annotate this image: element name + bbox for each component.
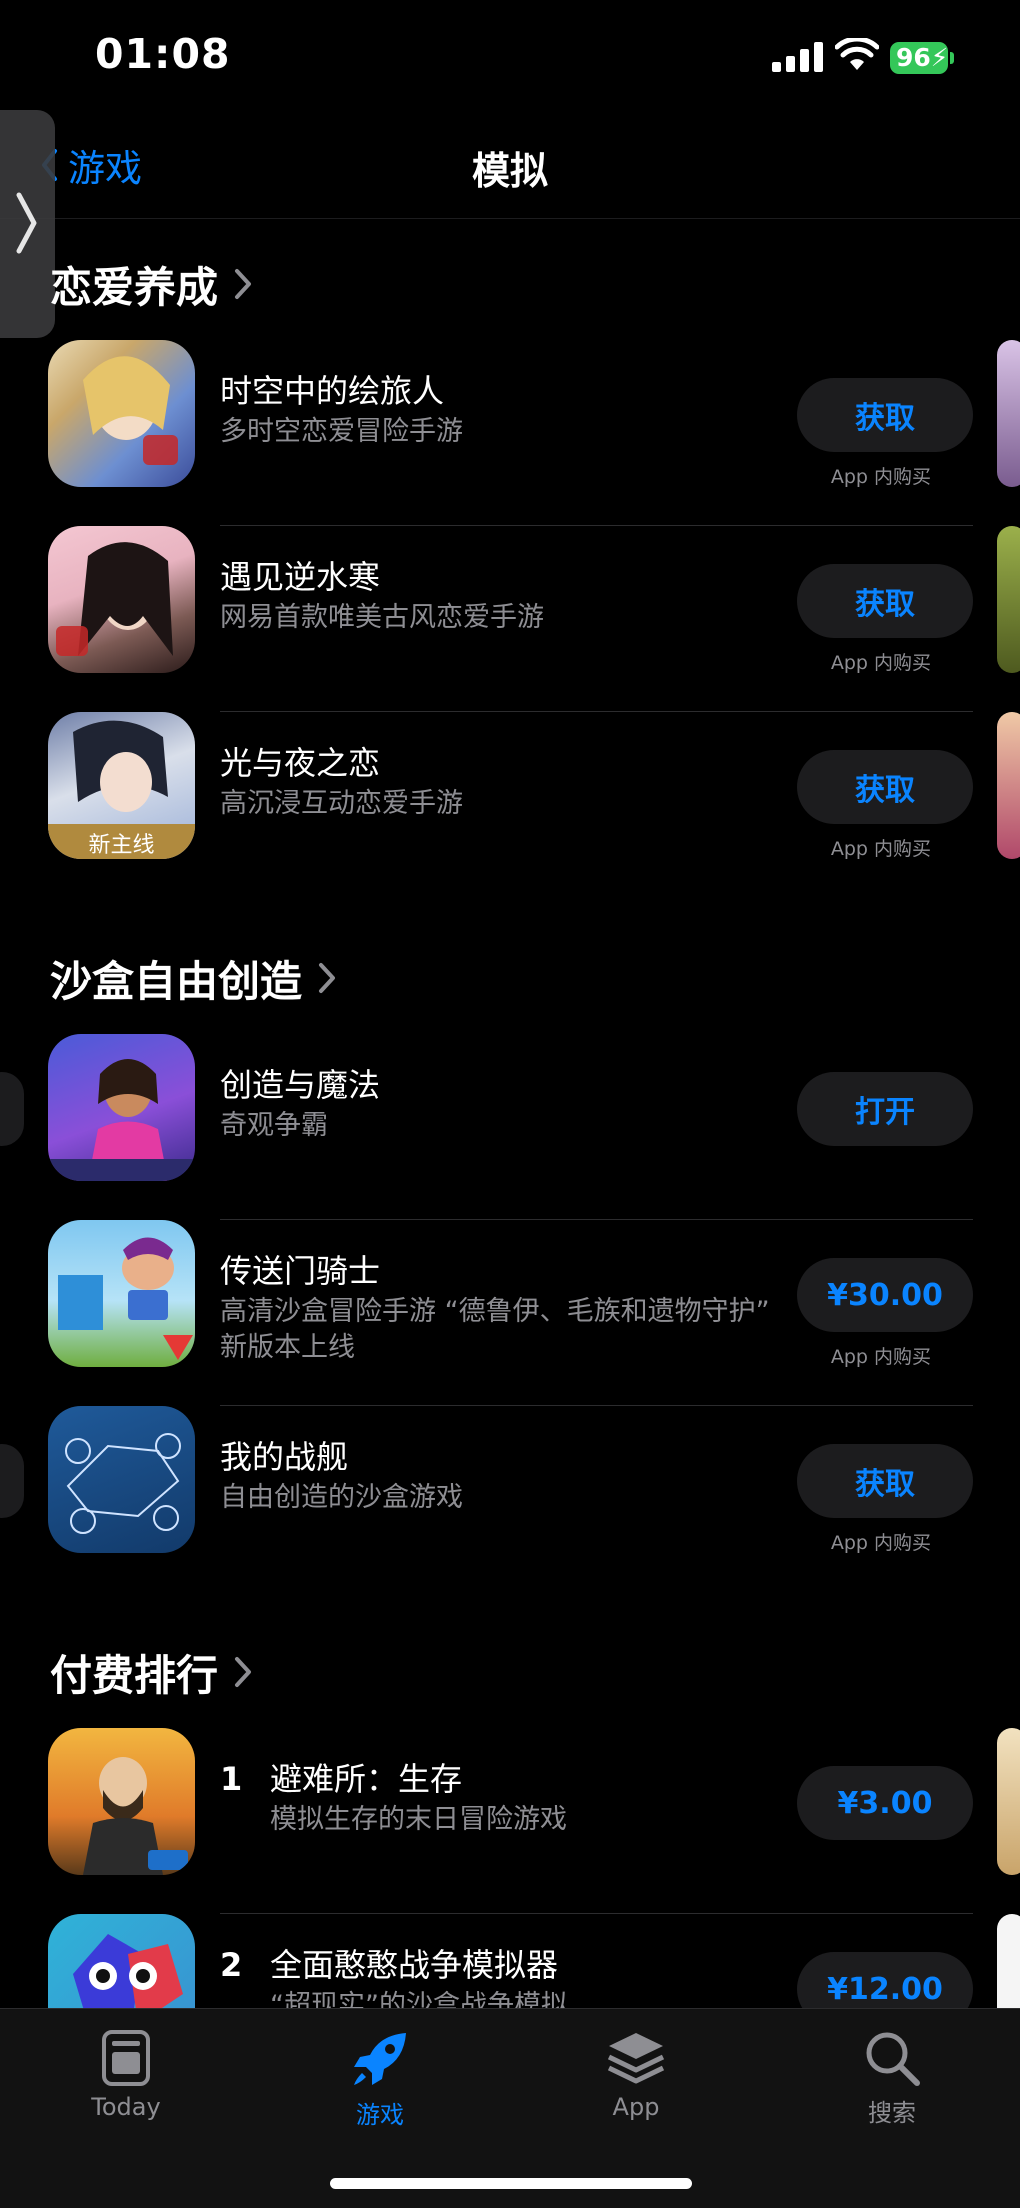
app-icon-nishuihan (48, 526, 195, 673)
previous-page-preview[interactable] (0, 1444, 24, 1518)
app-subtitle: 多时空恋爱冒险手游 (220, 416, 463, 447)
rank-number: 2 (220, 1946, 243, 1984)
tab-label: App (612, 2093, 660, 2121)
icon-badge: 新主线 (88, 833, 155, 858)
today-icon (102, 2030, 150, 2086)
get-button[interactable]: 获取 (797, 378, 973, 452)
app-icon-light-and-night: 新主线 (48, 712, 195, 859)
app-name: 遇见逆水寒 (220, 558, 381, 596)
app-name: 我的战舰 (220, 1438, 349, 1476)
tab-label: 搜索 (868, 2099, 916, 2127)
clock: 01:08 (95, 30, 231, 78)
tab-today[interactable]: Today (36, 2029, 216, 2121)
get-button[interactable]: 获取 (797, 564, 973, 638)
tab-games[interactable]: 游戏 (290, 2029, 470, 2130)
next-page-preview[interactable] (997, 712, 1020, 859)
battery-nub (950, 52, 954, 64)
app-name: 时空中的绘旅人 (220, 372, 445, 410)
tab-label: Today (91, 2093, 161, 2121)
app-name: 传送门骑士 (220, 1252, 381, 1290)
next-page-preview[interactable] (997, 1728, 1020, 1875)
next-page-preview[interactable] (997, 526, 1020, 673)
app-name: 光与夜之恋 (220, 744, 381, 782)
chevron-right-icon (235, 269, 252, 299)
app-row[interactable]: 传送门骑士 高清沙盒冒险手游 “德鲁伊、毛族和遗物守护” 新版本上线 ¥30.0… (48, 1220, 973, 1406)
section-header-sandbox[interactable]: 沙盒自由创造 (50, 948, 336, 1008)
navigation-bar: 游戏 模拟 (0, 120, 1020, 219)
charging-bolt-icon: ⚡ (930, 43, 949, 72)
price-button[interactable]: ¥30.00 (797, 1258, 973, 1332)
tab-search[interactable]: 搜索 (802, 2029, 982, 2128)
section-title: 恋爱养成 (50, 262, 219, 312)
layers-icon (607, 2033, 665, 2084)
rocket-icon (354, 2033, 406, 2085)
status-bar: 01:08 96⚡ (0, 0, 1020, 120)
app-icon-my-warship (48, 1406, 195, 1553)
app-icon-create-and-magic (48, 1034, 195, 1181)
wifi-icon (835, 38, 879, 70)
section-header-paid-ranking[interactable]: 付费排行 (50, 1642, 252, 1702)
home-indicator (330, 2178, 692, 2189)
search-icon (866, 2032, 920, 2086)
open-button[interactable]: 打开 (797, 1072, 973, 1146)
app-subtitle: 模拟生存的末日冒险游戏 (270, 1804, 567, 1835)
app-name: 避难所：生存 (270, 1760, 463, 1798)
app-subtitle: 网易首款唯美古风恋爱手游 (220, 602, 544, 633)
app-row[interactable]: 创造与魔法 奇观争霸 打开 (48, 1034, 973, 1220)
page-title: 模拟 (471, 149, 548, 193)
previous-page-preview[interactable] (0, 1072, 24, 1146)
battery-level: 96 (896, 43, 931, 72)
section-header-romance[interactable]: 恋爱养成 (50, 254, 252, 314)
app-row[interactable]: 时空中的绘旅人 多时空恋爱冒险手游 获取 App 内购买 (48, 340, 973, 526)
in-app-purchase-note: App 内购买 (830, 466, 931, 488)
rank-number: 1 (220, 1760, 243, 1798)
chevron-right-icon (16, 192, 37, 254)
app-row[interactable]: 新主线 光与夜之恋 高沉浸互动恋爱手游 获取 App 内购买 (48, 712, 973, 898)
app-icon-painter (48, 340, 195, 487)
app-icon-portal-knights (48, 1220, 195, 1367)
in-app-purchase-note: App 内购买 (830, 1346, 931, 1368)
section-title: 付费排行 (50, 1650, 219, 1700)
next-page-preview[interactable] (997, 340, 1020, 487)
app-icon-shelter-survival (48, 1728, 195, 1875)
section-title: 沙盒自由创造 (50, 956, 303, 1006)
in-app-purchase-note: App 内购买 (830, 1532, 931, 1554)
get-button[interactable]: 获取 (797, 750, 973, 824)
app-subtitle: 自由创造的沙盒游戏 (220, 1482, 463, 1513)
app-subtitle: 高清沙盒冒险手游 “德鲁伊、毛族和遗物守护” 新版本上线 (220, 1296, 770, 1363)
chevron-right-icon (319, 963, 336, 993)
side-drawer-handle[interactable] (0, 110, 55, 338)
in-app-purchase-note: App 内购买 (830, 838, 931, 860)
battery-indicator: 96⚡ (890, 42, 948, 74)
in-app-purchase-note: App 内购买 (830, 652, 931, 674)
app-name: 全面憨憨战争模拟器 (270, 1946, 559, 1984)
app-row[interactable]: 1 避难所：生存 模拟生存的末日冒险游戏 ¥3.00 (48, 1728, 973, 1914)
cellular-signal-icon (772, 42, 823, 72)
app-row[interactable]: 遇见逆水寒 网易首款唯美古风恋爱手游 获取 App 内购买 (48, 526, 973, 712)
tab-apps[interactable]: App (546, 2029, 726, 2121)
get-button[interactable]: 获取 (797, 1444, 973, 1518)
chevron-right-icon (235, 1657, 252, 1687)
app-subtitle: 高沉浸互动恋爱手游 (220, 788, 463, 819)
app-subtitle: 奇观争霸 (220, 1110, 328, 1141)
app-name: 创造与魔法 (220, 1066, 381, 1104)
tab-label: 游戏 (356, 2101, 404, 2129)
price-button[interactable]: ¥3.00 (797, 1766, 973, 1840)
app-row[interactable]: 我的战舰 自由创造的沙盒游戏 获取 App 内购买 (48, 1406, 973, 1592)
